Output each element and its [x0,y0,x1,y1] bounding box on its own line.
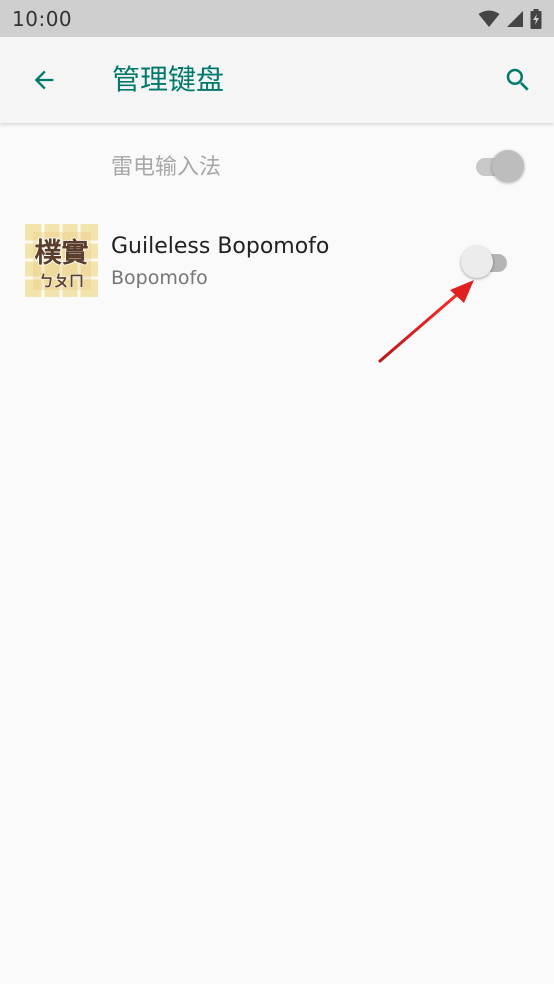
arrow-back-icon [34,70,54,90]
app-icon-title: 樸實 [35,237,89,269]
wifi-icon [478,10,500,27]
list-item-leidian-ime: 雷电输入法 [0,123,554,207]
status-time: 10:00 [12,6,73,31]
app-bar: 管理键盘 [0,37,554,123]
keyboard-title: Guileless Bopomofo [111,234,330,259]
keyboard-title: 雷电输入法 [111,155,222,180]
status-bar: 10:00 [0,0,554,37]
toggle-thumb [492,150,524,182]
list-item-guileless-bopomofo[interactable]: 樸實 ㄅㄆㄇ Guileless Bopomofo Bopomofo [0,207,554,315]
battery-charging-icon [530,8,542,29]
toggle-thumb [461,246,493,278]
cellular-signal-icon [507,10,523,27]
app-icon-bopomofo: ㄅㄆㄇ [39,272,84,290]
keyboard-subtitle: Bopomofo [111,267,208,289]
back-button[interactable] [20,56,68,104]
search-icon [506,68,529,91]
leidian-ime-toggle [468,147,524,183]
status-icons [478,8,542,29]
page-title: 管理键盘 [112,63,225,96]
search-button[interactable] [494,56,542,104]
guileless-bopomofo-toggle[interactable] [459,243,515,279]
guileless-bopomofo-app-icon: 樸實 ㄅㄆㄇ [25,224,98,297]
